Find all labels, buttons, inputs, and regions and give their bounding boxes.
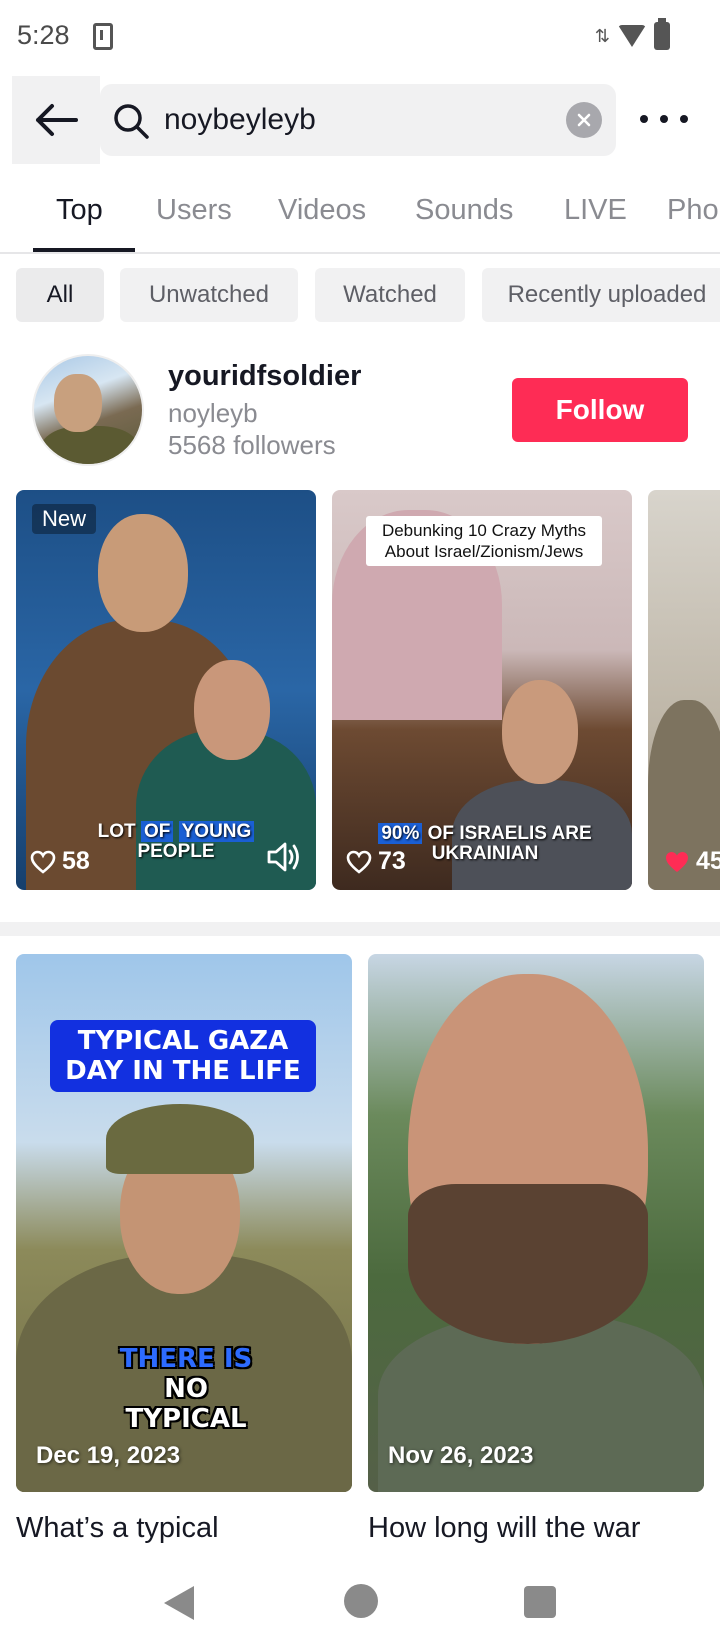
username[interactable]: youridfsoldier	[168, 360, 361, 393]
carousel-video-1[interactable]: New LOT OF YOUNG PEOPLE 58	[16, 490, 316, 890]
volume-icon[interactable]	[266, 840, 302, 874]
search-tabs: Top Users Videos Sounds LIVE Pho	[0, 178, 720, 254]
video-card[interactable]: TYPICAL GAZA DAY IN THE LIFE THERE IS NO…	[16, 954, 352, 1545]
section-divider	[0, 922, 720, 936]
video-caption-overlay: LOT OF YOUNG PEOPLE	[76, 821, 276, 862]
avatar-body	[40, 426, 140, 464]
follower-count: 5568 followers	[168, 430, 336, 460]
filter-recently-uploaded[interactable]: Recently uploaded	[482, 268, 720, 322]
caption-text: PEOPLE	[137, 841, 215, 862]
heart-outline-icon	[346, 850, 372, 874]
more-dot-icon	[640, 115, 648, 123]
search-box[interactable]	[100, 84, 616, 156]
tab-sounds[interactable]: Sounds	[415, 194, 513, 227]
like-count: 73	[346, 847, 406, 876]
more-dot-icon	[680, 115, 688, 123]
search-icon	[114, 104, 149, 139]
search-header	[0, 74, 720, 164]
tab-live[interactable]: LIVE	[564, 194, 627, 227]
nav-back-icon[interactable]	[164, 1586, 194, 1620]
caption-text: LOT	[97, 821, 141, 842]
search-input[interactable]	[164, 98, 544, 142]
like-count-value: 73	[378, 847, 406, 875]
caption-highlight: 90%	[378, 823, 423, 844]
video-title[interactable]: What’s a typical	[16, 1512, 352, 1545]
nav-home-icon[interactable]	[344, 1584, 378, 1618]
clear-search-button[interactable]	[566, 102, 602, 138]
beard	[408, 1184, 648, 1344]
avatar[interactable]	[32, 354, 144, 466]
nav-recents-icon[interactable]	[524, 1586, 556, 1618]
user-video-carousel: New LOT OF YOUNG PEOPLE 58 Debunking 10 C…	[0, 490, 720, 892]
more-options-button[interactable]	[640, 102, 688, 136]
filter-chips: All Unwatched Watched Recently uploaded	[0, 268, 720, 324]
video-thumbnail[interactable]: TYPICAL GAZA DAY IN THE LIFE THERE IS NO…	[16, 954, 352, 1492]
carousel-video-3[interactable]: 45	[648, 490, 720, 890]
heart-outline-icon	[30, 850, 56, 874]
video-card[interactable]: Nov 26, 2023 How long will the war	[368, 954, 704, 1545]
video-title-banner: TYPICAL GAZA DAY IN THE LIFE	[50, 1020, 316, 1092]
caption-highlight: YOUNG	[178, 821, 255, 842]
video-thumbnail[interactable]: Nov 26, 2023	[368, 954, 704, 1492]
caption-text: NO TYPICAL	[125, 1374, 247, 1434]
like-count-value: 45	[696, 847, 720, 875]
like-count: 58	[30, 847, 90, 876]
filter-unwatched[interactable]: Unwatched	[120, 268, 298, 322]
new-badge: New	[32, 504, 97, 534]
back-button[interactable]	[12, 76, 100, 164]
video-date: Dec 19, 2023	[36, 1442, 181, 1469]
video-date: Nov 26, 2023	[388, 1442, 534, 1469]
status-bar: 5:28 ⇅	[0, 0, 720, 74]
person-head	[98, 514, 188, 632]
tab-top[interactable]: Top	[56, 194, 103, 227]
tab-photos[interactable]: Pho	[667, 194, 719, 227]
download-icon	[93, 23, 113, 50]
caption-highlight: THERE IS	[119, 1344, 253, 1374]
nickname: noyleyb	[168, 398, 258, 428]
like-count: 45	[664, 847, 720, 876]
status-icons: ⇅	[594, 18, 670, 50]
arrow-left-icon	[36, 104, 78, 136]
more-dot-icon	[660, 115, 668, 123]
tab-users[interactable]: Users	[156, 194, 232, 227]
video-results-grid: TYPICAL GAZA DAY IN THE LIFE THERE IS NO…	[0, 954, 720, 1554]
tab-videos[interactable]: Videos	[278, 194, 366, 227]
avatar-face	[54, 374, 102, 432]
follow-button[interactable]: Follow	[512, 378, 688, 442]
video-caption-overlay: THERE IS NO TYPICAL	[116, 1344, 256, 1434]
caption-text: OF ISRAELIS ARE UKRAINIAN	[427, 823, 592, 864]
carousel-video-2[interactable]: Debunking 10 Crazy Myths About Israel/Zi…	[332, 490, 632, 890]
heart-filled-icon	[666, 851, 688, 872]
filter-watched[interactable]: Watched	[315, 268, 465, 322]
video-title[interactable]: How long will the war	[368, 1512, 704, 1545]
cap	[106, 1104, 254, 1174]
close-icon	[577, 113, 591, 127]
caption-highlight: OF	[140, 821, 174, 842]
system-nav-bar	[0, 1556, 720, 1650]
data-arrows-icon: ⇅	[594, 26, 610, 46]
filter-all[interactable]: All	[16, 268, 104, 322]
wifi-icon	[618, 25, 646, 47]
active-tab-indicator	[33, 248, 135, 252]
video-title-banner: Debunking 10 Crazy Myths About Israel/Zi…	[366, 516, 602, 566]
battery-icon	[654, 18, 670, 50]
person-head	[502, 680, 578, 784]
person-head	[194, 660, 270, 760]
user-result[interactable]: youridfsoldier noyleyb 5568 followers Fo…	[0, 340, 720, 480]
like-count-value: 58	[62, 847, 90, 875]
status-time: 5:28	[17, 20, 70, 50]
